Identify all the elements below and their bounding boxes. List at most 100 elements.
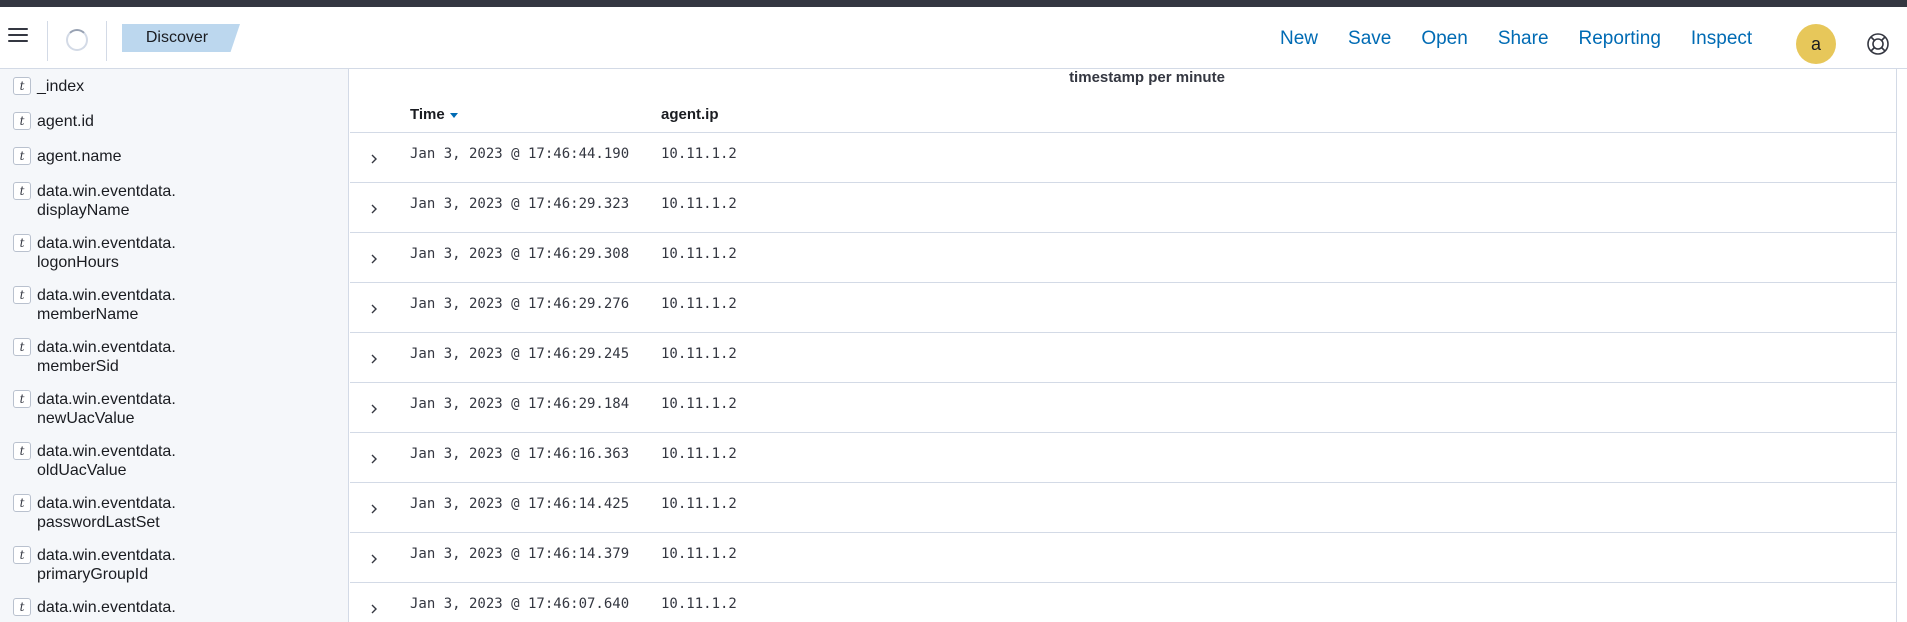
table-row: Jan 3, 2023 @ 17:46:29.245 10.11.1.2: [350, 333, 1897, 383]
agent-ip-cell: 10.11.1.2: [661, 146, 737, 162]
time-cell: Jan 3, 2023 @ 17:46:29.308: [410, 246, 630, 262]
field-name: data.win.eventdata. primaryGroupId: [37, 547, 176, 583]
table-row: Jan 3, 2023 @ 17:46:29.276 10.11.1.2: [350, 283, 1897, 333]
field-item[interactable]: t data.win.eventdata. newUacValue: [13, 390, 176, 428]
expand-chevron-icon[interactable]: [366, 151, 382, 167]
field-sidebar: t _index t agent.id t agent.name t data.…: [0, 69, 349, 622]
agent-ip-cell: 10.11.1.2: [661, 346, 737, 362]
sort-descending-icon[interactable]: [449, 112, 458, 118]
header-divider: [106, 21, 107, 61]
table-row: Jan 3, 2023 @ 17:46:07.640 10.11.1.2: [350, 583, 1897, 622]
field-name: data.win.eventdata. memberName: [37, 287, 176, 323]
agent-ip-cell: 10.11.1.2: [661, 296, 737, 312]
breadcrumb-discover[interactable]: Discover: [122, 24, 240, 52]
reporting-link[interactable]: Reporting: [1579, 28, 1661, 50]
time-cell: Jan 3, 2023 @ 17:46:16.363: [410, 446, 630, 462]
help-lifebuoy-icon[interactable]: [1866, 32, 1890, 56]
save-link[interactable]: Save: [1348, 28, 1391, 50]
string-type-icon: t: [13, 286, 31, 304]
column-header-label: Time: [410, 106, 445, 123]
field-item[interactable]: t data.win.eventdata.: [13, 598, 176, 617]
string-type-icon: t: [13, 546, 31, 564]
time-cell: Jan 3, 2023 @ 17:46:14.379: [410, 546, 630, 562]
string-type-icon: t: [13, 390, 31, 408]
expand-chevron-icon[interactable]: [366, 551, 382, 567]
string-type-icon: t: [13, 598, 31, 616]
field-name: data.win.eventdata. newUacValue: [37, 391, 176, 427]
expand-chevron-icon[interactable]: [366, 301, 382, 317]
table-row: Jan 3, 2023 @ 17:46:44.190 10.11.1.2: [350, 133, 1897, 183]
top-nav-menu: New Save Open Share Reporting Inspect: [1280, 25, 1782, 53]
field-name: data.win.eventdata. memberSid: [37, 339, 176, 375]
string-type-icon: t: [13, 182, 31, 200]
string-type-icon: t: [13, 494, 31, 512]
open-link[interactable]: Open: [1421, 28, 1467, 50]
expand-chevron-icon[interactable]: [366, 201, 382, 217]
panel-edge: [1896, 69, 1897, 622]
time-cell: Jan 3, 2023 @ 17:46:44.190: [410, 146, 630, 162]
histogram-title: timestamp per minute: [1069, 69, 1225, 86]
agent-ip-cell: 10.11.1.2: [661, 396, 737, 412]
header-divider: [47, 21, 48, 61]
document-table-panel: timestamp per minute Time agent.ip Jan 3…: [350, 69, 1907, 622]
agent-ip-cell: 10.11.1.2: [661, 546, 737, 562]
field-name: data.win.eventdata.: [37, 599, 176, 616]
field-item[interactable]: t data.win.eventdata. memberName: [13, 286, 176, 324]
field-name: _index: [37, 78, 85, 95]
field-name: data.win.eventdata. passwordLastSet: [37, 495, 176, 531]
time-cell: Jan 3, 2023 @ 17:46:29.276: [410, 296, 630, 312]
string-type-icon: t: [13, 77, 31, 95]
agent-ip-cell: 10.11.1.2: [661, 196, 737, 212]
field-item[interactable]: t agent.name: [13, 147, 122, 166]
field-item[interactable]: t data.win.eventdata. primaryGroupId: [13, 546, 176, 584]
column-header-time[interactable]: Time: [410, 106, 458, 123]
field-item[interactable]: t _index: [13, 77, 84, 96]
expand-chevron-icon[interactable]: [366, 501, 382, 517]
expand-chevron-icon[interactable]: [366, 251, 382, 267]
app-header: Discover New Save Open Share Reporting I…: [0, 7, 1907, 69]
table-row: Jan 3, 2023 @ 17:46:16.363 10.11.1.2: [350, 433, 1897, 483]
agent-ip-cell: 10.11.1.2: [661, 446, 737, 462]
column-header-agent-ip[interactable]: agent.ip: [661, 106, 719, 123]
hamburger-menu-icon[interactable]: [4, 21, 32, 49]
agent-ip-cell: 10.11.1.2: [661, 596, 737, 612]
time-cell: Jan 3, 2023 @ 17:46:29.323: [410, 196, 630, 212]
field-item[interactable]: t data.win.eventdata. passwordLastSet: [13, 494, 176, 532]
agent-ip-cell: 10.11.1.2: [661, 246, 737, 262]
expand-chevron-icon[interactable]: [366, 451, 382, 467]
expand-chevron-icon[interactable]: [366, 401, 382, 417]
share-link[interactable]: Share: [1498, 28, 1549, 50]
table-row: Jan 3, 2023 @ 17:46:14.425 10.11.1.2: [350, 483, 1897, 533]
agent-ip-cell: 10.11.1.2: [661, 496, 737, 512]
new-link[interactable]: New: [1280, 28, 1318, 50]
table-row: Jan 3, 2023 @ 17:46:29.308 10.11.1.2: [350, 233, 1897, 283]
field-item[interactable]: t agent.id: [13, 112, 94, 131]
field-item[interactable]: t data.win.eventdata. logonHours: [13, 234, 176, 272]
field-item[interactable]: t data.win.eventdata. memberSid: [13, 338, 176, 376]
string-type-icon: t: [13, 112, 31, 130]
string-type-icon: t: [13, 338, 31, 356]
expand-chevron-icon[interactable]: [366, 351, 382, 367]
time-cell: Jan 3, 2023 @ 17:46:29.245: [410, 346, 630, 362]
table-row: Jan 3, 2023 @ 17:46:29.323 10.11.1.2: [350, 183, 1897, 233]
table-header: Time agent.ip: [350, 91, 1897, 133]
field-name: data.win.eventdata. logonHours: [37, 235, 176, 271]
time-cell: Jan 3, 2023 @ 17:46:29.184: [410, 396, 630, 412]
user-avatar[interactable]: a: [1796, 24, 1836, 64]
field-name: data.win.eventdata. displayName: [37, 183, 176, 219]
field-name: agent.name: [37, 148, 122, 165]
table-row: Jan 3, 2023 @ 17:46:29.184 10.11.1.2: [350, 383, 1897, 433]
time-cell: Jan 3, 2023 @ 17:46:14.425: [410, 496, 630, 512]
inspect-link[interactable]: Inspect: [1691, 28, 1752, 50]
field-item[interactable]: t data.win.eventdata. displayName: [13, 182, 176, 220]
time-cell: Jan 3, 2023 @ 17:46:07.640: [410, 596, 630, 612]
table-row: Jan 3, 2023 @ 17:46:14.379 10.11.1.2: [350, 533, 1897, 583]
string-type-icon: t: [13, 147, 31, 165]
string-type-icon: t: [13, 442, 31, 460]
expand-chevron-icon[interactable]: [366, 601, 382, 617]
field-item[interactable]: t data.win.eventdata. oldUacValue: [13, 442, 176, 480]
field-name: data.win.eventdata. oldUacValue: [37, 443, 176, 479]
top-bar-strip: [0, 0, 1907, 7]
field-name: agent.id: [37, 113, 94, 130]
loading-spinner-icon: [66, 29, 88, 51]
